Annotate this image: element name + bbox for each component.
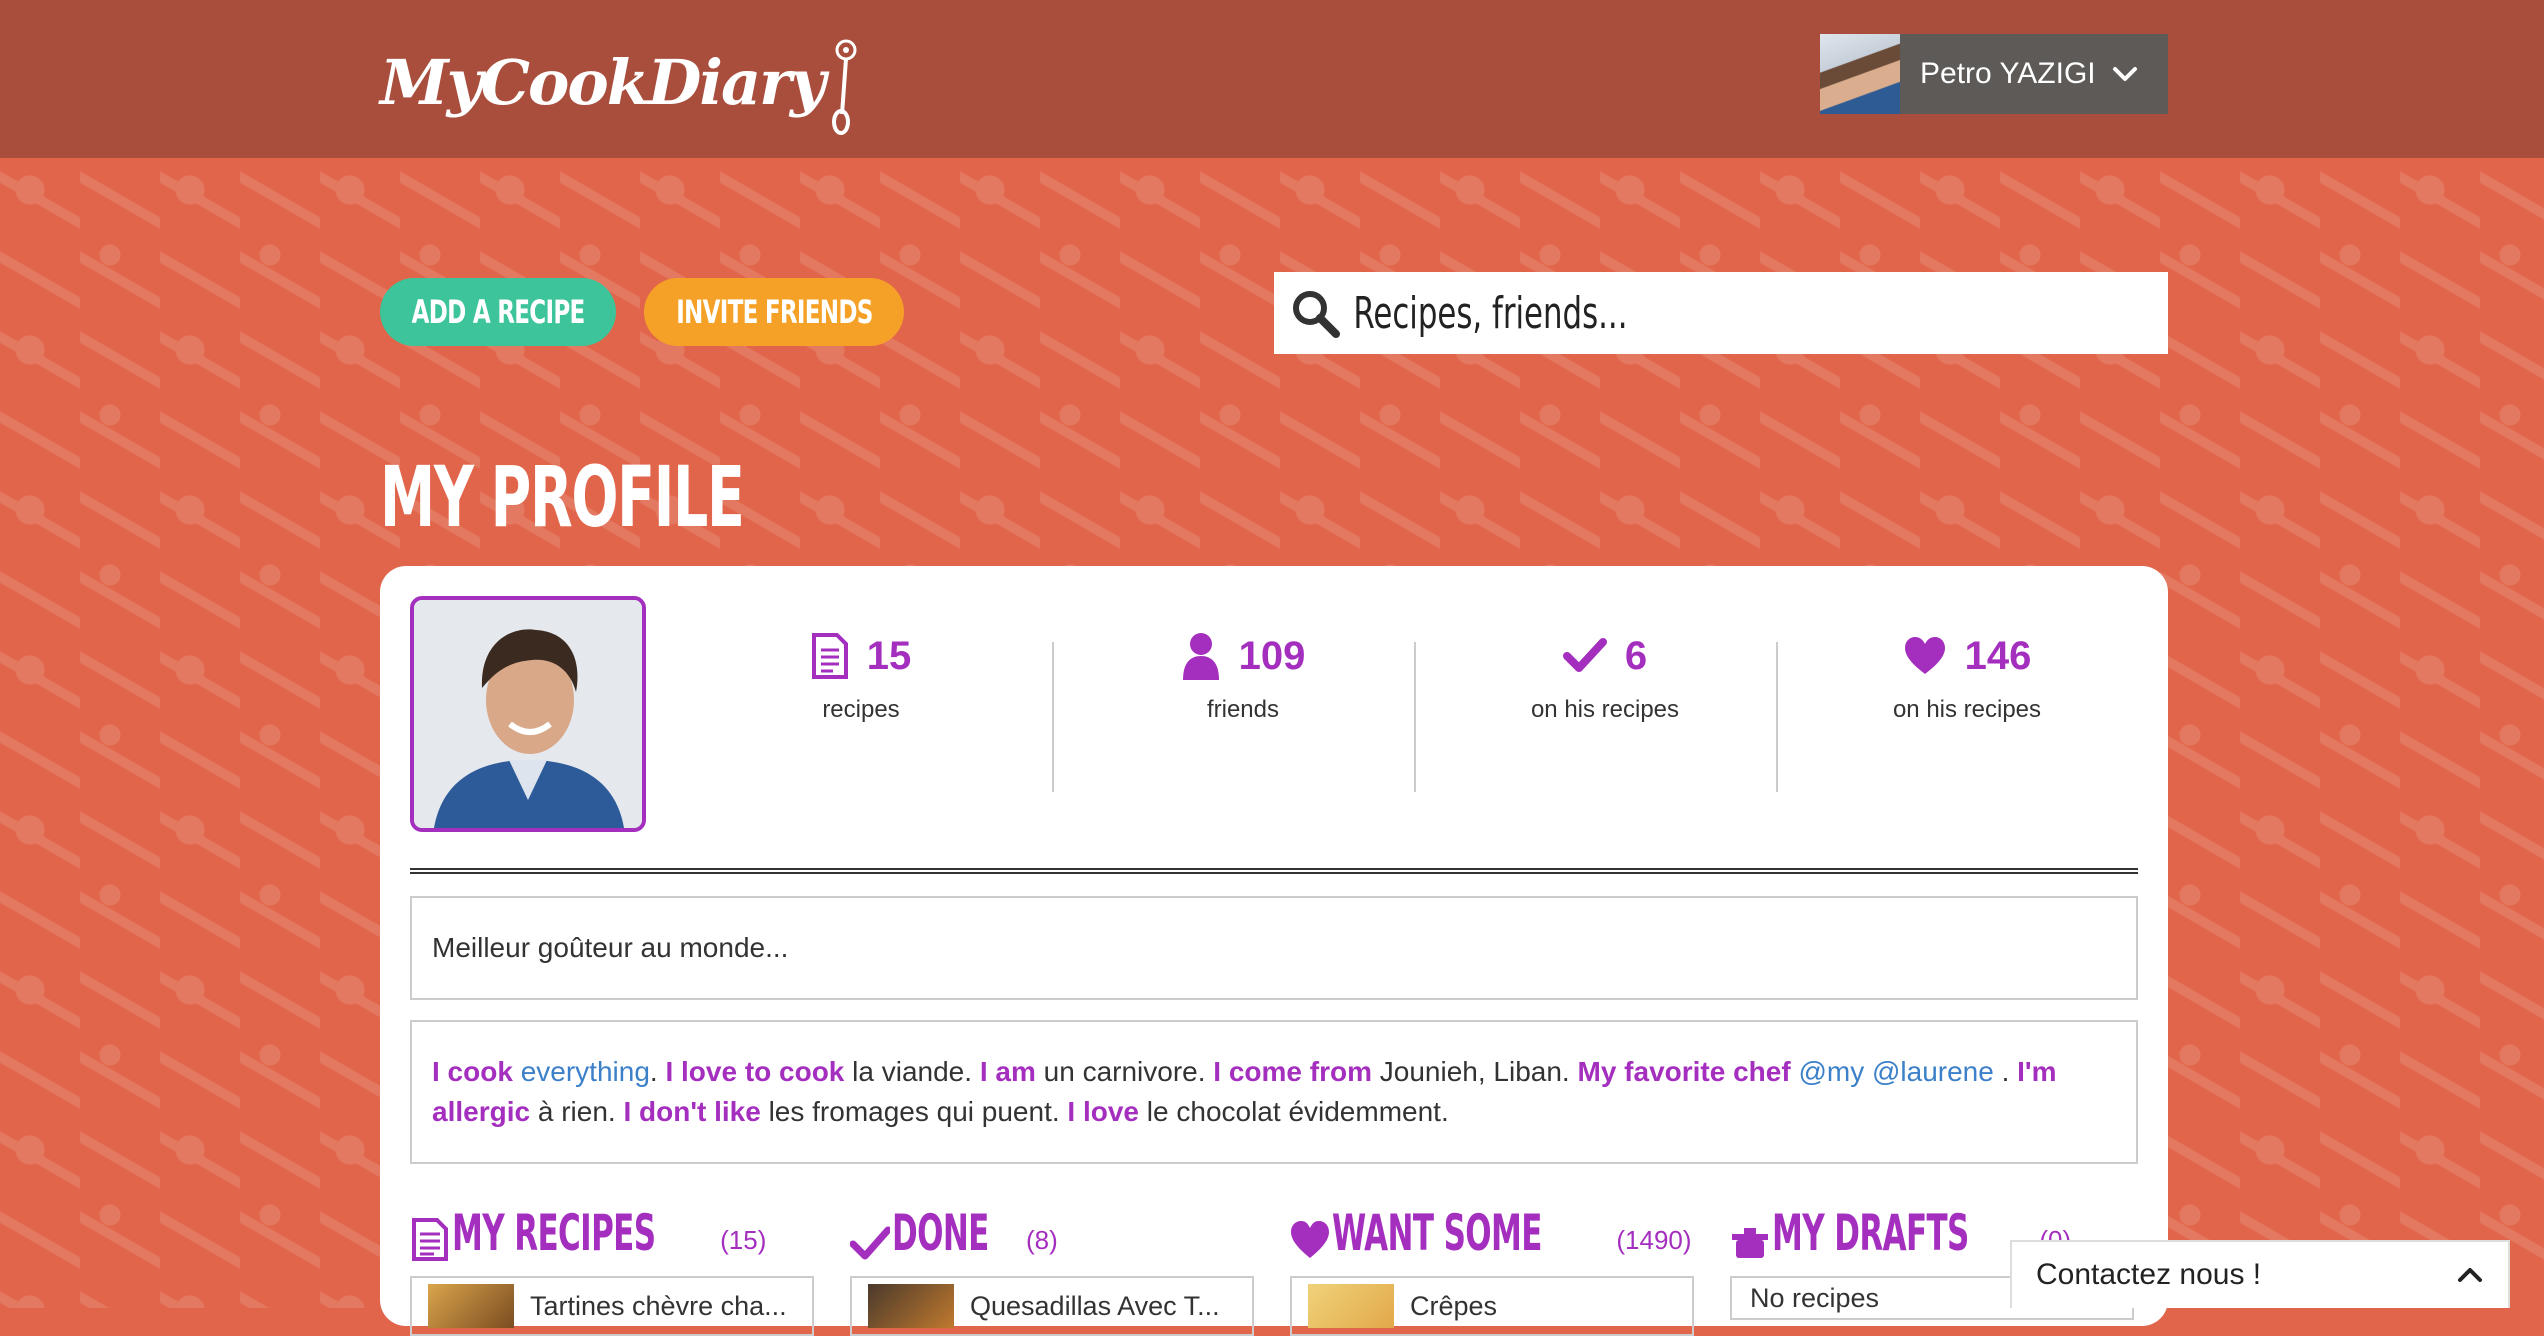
- heart-icon: [1291, 1221, 1329, 1258]
- section-title: DONE: [892, 1204, 989, 1262]
- bio-text: Meilleur goûteur au monde...: [432, 932, 789, 963]
- list-item-label: Crêpes: [1410, 1290, 1498, 1321]
- check-icon: [850, 1226, 890, 1260]
- stat-likes[interactable]: 146 on his recipes: [1786, 626, 2148, 776]
- section-header[interactable]: MY RECIPES (15): [410, 1202, 814, 1262]
- pref-link[interactable]: @my @laurene: [1798, 1056, 1993, 1087]
- section-done: DONE (8) Quesadillas Avec T...: [850, 1202, 1254, 1336]
- list-item-label: Tartines chèvre cha...: [530, 1290, 787, 1321]
- divider: [410, 868, 2138, 874]
- pref-key: I come from: [1213, 1056, 1372, 1087]
- section-count: (8): [1026, 1225, 1058, 1255]
- list-item-label: No recipes: [1750, 1282, 1880, 1313]
- bio-field[interactable]: Meilleur goûteur au monde...: [410, 896, 2138, 1000]
- recipe-thumbnail: [868, 1284, 954, 1328]
- pot-icon: [1732, 1228, 1768, 1258]
- recipe-thumbnail: [428, 1284, 514, 1328]
- check-icon: [1562, 638, 1607, 672]
- pref-value: un carnivore.: [1043, 1056, 1206, 1087]
- pref-value: Jounieh, Liban.: [1379, 1056, 1570, 1087]
- section-my-recipes: MY RECIPES (15) Tartines chèvre cha...: [410, 1202, 814, 1336]
- stat-value: 6: [1624, 633, 1648, 678]
- profile-card: 15 recipes 109 friends 6 on his recipes: [380, 566, 2168, 1336]
- document-icon: [811, 633, 848, 679]
- preferences-box: I cook everything. I love to cook la via…: [410, 1020, 2138, 1164]
- section-count: (1490): [1616, 1225, 1692, 1255]
- stat-divider: [1052, 642, 1054, 792]
- pref-link[interactable]: everything: [521, 1056, 650, 1087]
- user-menu-button[interactable]: Petro YAZIGI: [1820, 34, 2168, 114]
- spoon-icon: [831, 39, 857, 135]
- section-title: MY DRAFTS: [1772, 1204, 1969, 1262]
- section-count: (15): [720, 1225, 767, 1255]
- brand-name: MyCookDiary: [380, 46, 826, 119]
- section-want-some: WANT SOME (1490) Crêpes: [1290, 1202, 1694, 1336]
- list-item[interactable]: Quesadillas Avec T...: [850, 1276, 1254, 1336]
- chevron-down-icon: [2112, 67, 2137, 81]
- pref-key: My favorite chef: [1577, 1056, 1791, 1087]
- section-title: WANT SOME: [1332, 1204, 1542, 1262]
- profile-portrait-image: [414, 600, 642, 828]
- pref-value: la viande.: [852, 1056, 973, 1087]
- stat-done[interactable]: 6 on his recipes: [1424, 626, 1786, 776]
- stat-label: on his recipes: [1892, 696, 2042, 723]
- list-item[interactable]: Tartines chèvre cha...: [410, 1276, 814, 1336]
- list-item[interactable]: Crêpes: [1290, 1276, 1694, 1336]
- stat-recipes[interactable]: 15 recipes: [680, 626, 1042, 776]
- pref-key: I love to cook: [665, 1056, 845, 1087]
- person-icon: [1182, 633, 1219, 680]
- contact-us-widget[interactable]: Contactez nous !: [2010, 1240, 2510, 1308]
- stat-divider: [1414, 642, 1416, 792]
- search-icon: [1293, 291, 1340, 338]
- list-item-label: Quesadillas Avec T...: [970, 1290, 1220, 1321]
- pref-value: le chocolat évidemment.: [1146, 1096, 1449, 1127]
- user-avatar: [1820, 34, 1900, 114]
- search-input[interactable]: [1352, 286, 1901, 340]
- section-title: MY RECIPES: [452, 1204, 656, 1262]
- heart-icon: [1904, 637, 1945, 674]
- user-name: Petro YAZIGI: [1920, 57, 2096, 90]
- section-header[interactable]: WANT SOME (1490): [1290, 1202, 1694, 1262]
- section-header[interactable]: DONE (8): [850, 1202, 1254, 1262]
- stat-divider: [1776, 642, 1778, 792]
- brand-logo[interactable]: MyCookDiary: [380, 38, 858, 138]
- pref-value: à rien.: [537, 1096, 616, 1127]
- pref-key: I love: [1067, 1096, 1140, 1127]
- profile-photo[interactable]: [410, 596, 646, 832]
- stat-label: friends: [1206, 696, 1280, 723]
- pref-key: I am: [979, 1056, 1036, 1087]
- stat-label: recipes: [822, 696, 900, 723]
- document-icon: [412, 1218, 448, 1261]
- stat-label: on his recipes: [1530, 696, 1680, 723]
- contact-label: Contactez nous !: [2036, 1258, 2262, 1291]
- top-navigation-bar: MyCookDiary Petro YAZIGI: [0, 0, 2544, 158]
- page-title: MY PROFILE: [380, 448, 745, 546]
- pref-value: les fromages qui puent.: [768, 1096, 1060, 1127]
- stat-value: 109: [1238, 633, 1306, 678]
- search-bar[interactable]: [1274, 272, 2168, 354]
- stat-value: 146: [1964, 633, 2032, 678]
- stat-friends[interactable]: 109 friends: [1062, 626, 1424, 776]
- chevron-up-icon[interactable]: [2456, 1265, 2484, 1285]
- stat-value: 15: [866, 633, 912, 678]
- add-recipe-button[interactable]: ADD A RECIPE: [380, 278, 616, 346]
- pref-key: I cook: [432, 1056, 513, 1087]
- pref-key: I don't like: [623, 1096, 761, 1127]
- invite-friends-button[interactable]: INVITE FRIENDS: [644, 278, 904, 346]
- recipe-thumbnail: [1308, 1284, 1394, 1328]
